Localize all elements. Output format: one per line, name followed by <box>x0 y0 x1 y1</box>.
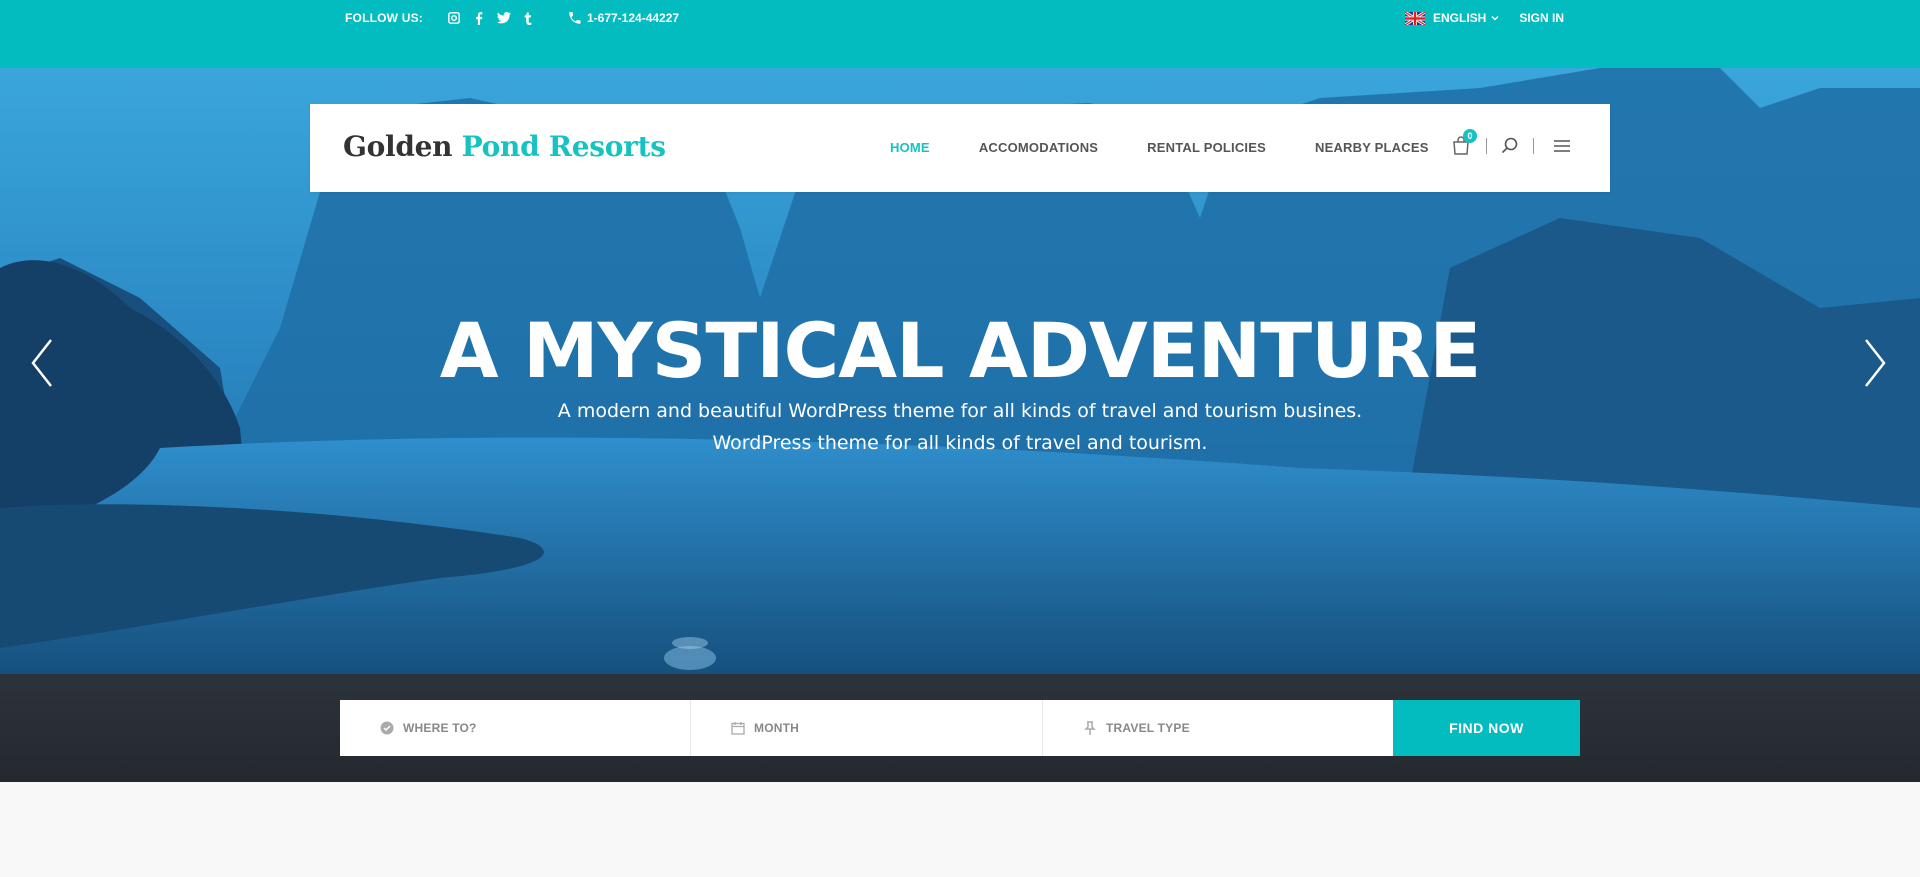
phone-icon <box>569 12 581 24</box>
cart-button[interactable]: 0 <box>1452 129 1477 158</box>
sign-in-link[interactable]: SIGN IN <box>1519 11 1564 25</box>
search-button[interactable] <box>1501 137 1519 155</box>
hamburger-menu-icon <box>1554 140 1570 152</box>
chevron-down-icon <box>1491 16 1499 21</box>
search-form: WHERE TO? MONTH TRAVEL TYPE FIND NOW <box>340 700 1580 756</box>
divider <box>1533 138 1534 154</box>
site-logo[interactable]: Golden Pond Resorts <box>343 130 666 163</box>
where-to-placeholder: WHERE TO? <box>403 721 477 735</box>
twitter-icon[interactable] <box>496 11 511 25</box>
nav-nearby-places[interactable]: NEARBY PLACES <box>1315 140 1429 155</box>
uk-flag-icon <box>1404 10 1426 26</box>
facebook-icon[interactable] <box>472 11 486 25</box>
travel-type-field[interactable]: TRAVEL TYPE <box>1043 700 1393 756</box>
phone-contact[interactable]: 1-677-124-44227 <box>569 11 679 25</box>
language-label: ENGLISH <box>1432 11 1487 25</box>
pin-icon <box>1083 721 1097 735</box>
phone-number: 1-677-124-44227 <box>586 11 680 25</box>
nav-rental-policies[interactable]: RENTAL POLICIES <box>1147 140 1266 155</box>
nav-home[interactable]: HOME <box>890 140 930 155</box>
travel-type-placeholder: TRAVEL TYPE <box>1106 721 1190 735</box>
hero-subtitle: A modern and beautiful WordPress theme f… <box>0 395 1920 459</box>
tumblr-icon[interactable] <box>522 11 536 25</box>
follow-us-label: FOLLOW US: <box>345 11 423 25</box>
logo-part-2: Pond Resorts <box>461 130 666 163</box>
month-field[interactable]: MONTH <box>691 700 1043 756</box>
main-nav: HOME ACCOMODATIONS RENTAL POLICIES NEARB… <box>890 140 1478 155</box>
logo-part-1: Golden <box>343 130 453 163</box>
account-links: ENGLISH SIGN IN <box>1404 10 1564 26</box>
where-to-field[interactable]: WHERE TO? <box>340 700 691 756</box>
cart-count-badge: 0 <box>1463 129 1477 143</box>
divider <box>1486 138 1487 154</box>
search-icon <box>1501 137 1518 154</box>
menu-button[interactable] <box>1554 140 1570 152</box>
hero-subtitle-line-1: A modern and beautiful WordPress theme f… <box>557 400 1363 422</box>
find-now-button[interactable]: FIND NOW <box>1393 700 1580 756</box>
social-links: FOLLOW US: 1-677-124-44227 <box>345 11 679 25</box>
top-bar: FOLLOW US: 1-677-124-44227 ENGLISH SIGN … <box>0 0 1920 68</box>
main-header: Golden Pond Resorts HOME ACCOMODATIONS R… <box>310 104 1610 192</box>
language-selector[interactable]: ENGLISH <box>1433 11 1499 25</box>
nav-accomodations[interactable]: ACCOMODATIONS <box>979 140 1098 155</box>
hero-title: A MYSTICAL ADVENTURE <box>439 306 1482 395</box>
hero-subtitle-line-2: WordPress theme for all kinds of travel … <box>712 432 1208 454</box>
location-check-icon <box>380 721 394 735</box>
month-placeholder: MONTH <box>754 721 799 735</box>
hero-slider: Golden Pond Resorts HOME ACCOMODATIONS R… <box>0 68 1920 674</box>
header-tools: 0 <box>1452 129 1570 158</box>
calendar-icon <box>731 721 745 735</box>
instagram-icon[interactable] <box>447 11 461 25</box>
